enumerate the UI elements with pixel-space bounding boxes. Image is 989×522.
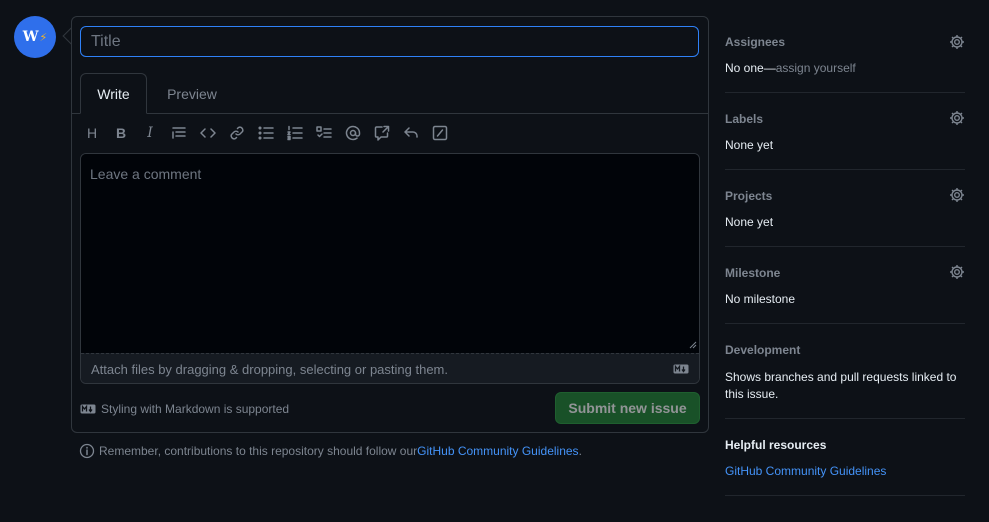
assignees-value: No one—assign yourself bbox=[725, 61, 856, 75]
reminder-text: Remember, contributions to this reposito… bbox=[99, 444, 418, 458]
lightning-badge-icon: ⚡ bbox=[39, 31, 48, 44]
resize-grip-icon[interactable] bbox=[689, 341, 697, 349]
user-avatar[interactable]: W ⚡ bbox=[14, 16, 56, 58]
development-value: Shows branches and pull requests linked … bbox=[725, 370, 957, 401]
submit-new-issue-button[interactable]: Submit new issue bbox=[555, 392, 700, 424]
labels-value: None yet bbox=[725, 138, 774, 152]
milestone-section: Milestone No milestone bbox=[725, 247, 965, 324]
comment-box: Attach files by dragging & dropping, sel… bbox=[80, 153, 700, 384]
assignees-gear-icon[interactable] bbox=[949, 34, 965, 50]
assignees-heading: Assignees bbox=[725, 35, 786, 49]
bold-icon[interactable]: B bbox=[111, 123, 131, 143]
projects-value: None yet bbox=[725, 215, 774, 229]
task-list-icon[interactable] bbox=[314, 123, 334, 143]
development-heading: Development bbox=[725, 343, 801, 357]
development-section: Development Shows branches and pull requ… bbox=[725, 324, 965, 419]
cross-reference-icon[interactable] bbox=[372, 123, 392, 143]
markdown-support-note[interactable]: Styling with Markdown is supported bbox=[80, 392, 289, 425]
italic-glyph: I bbox=[147, 125, 153, 141]
assign-yourself-link[interactable]: assign yourself bbox=[776, 61, 856, 75]
issue-title-input[interactable] bbox=[80, 26, 699, 57]
heading-icon[interactable]: H bbox=[82, 123, 102, 143]
tab-preview[interactable]: Preview bbox=[155, 73, 229, 114]
markdown-note-text: Styling with Markdown is supported bbox=[101, 401, 290, 416]
form-footer: Styling with Markdown is supported Submi… bbox=[80, 392, 700, 425]
projects-gear-icon[interactable] bbox=[949, 187, 965, 203]
link-icon[interactable] bbox=[227, 123, 247, 143]
code-icon[interactable] bbox=[198, 123, 218, 143]
heading-glyph: H bbox=[86, 125, 98, 141]
quote-icon[interactable] bbox=[169, 123, 189, 143]
labels-gear-icon[interactable] bbox=[949, 110, 965, 126]
tab-write[interactable]: Write bbox=[80, 73, 147, 114]
assignees-section: Assignees No one—assign yourself bbox=[725, 16, 965, 93]
labels-section: Labels None yet bbox=[725, 93, 965, 170]
reminder-suffix: . bbox=[578, 444, 582, 458]
editor-tabs: Write Preview bbox=[72, 73, 708, 114]
contribution-reminder: Remember, contributions to this reposito… bbox=[79, 442, 582, 460]
sidebar-guidelines-link[interactable]: GitHub Community Guidelines bbox=[725, 464, 886, 478]
milestone-heading: Milestone bbox=[725, 266, 781, 280]
new-issue-form: Write Preview H B I bbox=[71, 16, 709, 433]
italic-icon[interactable]: I bbox=[140, 123, 160, 143]
markdown-toolbar: H B I bbox=[82, 121, 459, 145]
issue-sidebar: Assignees No one—assign yourself Labels … bbox=[725, 16, 965, 496]
slash-commands-icon[interactable] bbox=[430, 123, 450, 143]
helpful-resources-heading: Helpful resources bbox=[725, 438, 827, 452]
reply-icon[interactable] bbox=[401, 123, 421, 143]
helpful-resources-section: Helpful resources GitHub Community Guide… bbox=[725, 419, 965, 496]
markdown-icon bbox=[80, 404, 96, 413]
markdown-icon bbox=[673, 364, 689, 374]
assignees-none-text: No one— bbox=[725, 61, 776, 75]
mention-icon[interactable] bbox=[343, 123, 363, 143]
avatar-initial: W bbox=[22, 29, 39, 45]
milestone-gear-icon[interactable] bbox=[949, 264, 965, 280]
community-guidelines-link[interactable]: GitHub Community Guidelines bbox=[417, 444, 578, 458]
bold-glyph: B bbox=[115, 125, 127, 141]
comment-textarea[interactable] bbox=[81, 154, 699, 353]
milestone-value: No milestone bbox=[725, 292, 796, 306]
projects-heading: Projects bbox=[725, 189, 773, 203]
info-icon bbox=[79, 443, 95, 459]
unordered-list-icon[interactable] bbox=[256, 123, 276, 143]
ordered-list-icon[interactable] bbox=[285, 123, 305, 143]
attach-files-text: Attach files by dragging & dropping, sel… bbox=[91, 361, 448, 377]
labels-heading: Labels bbox=[725, 112, 764, 126]
file-attach-bar[interactable]: Attach files by dragging & dropping, sel… bbox=[81, 353, 699, 383]
projects-section: Projects None yet bbox=[725, 170, 965, 247]
